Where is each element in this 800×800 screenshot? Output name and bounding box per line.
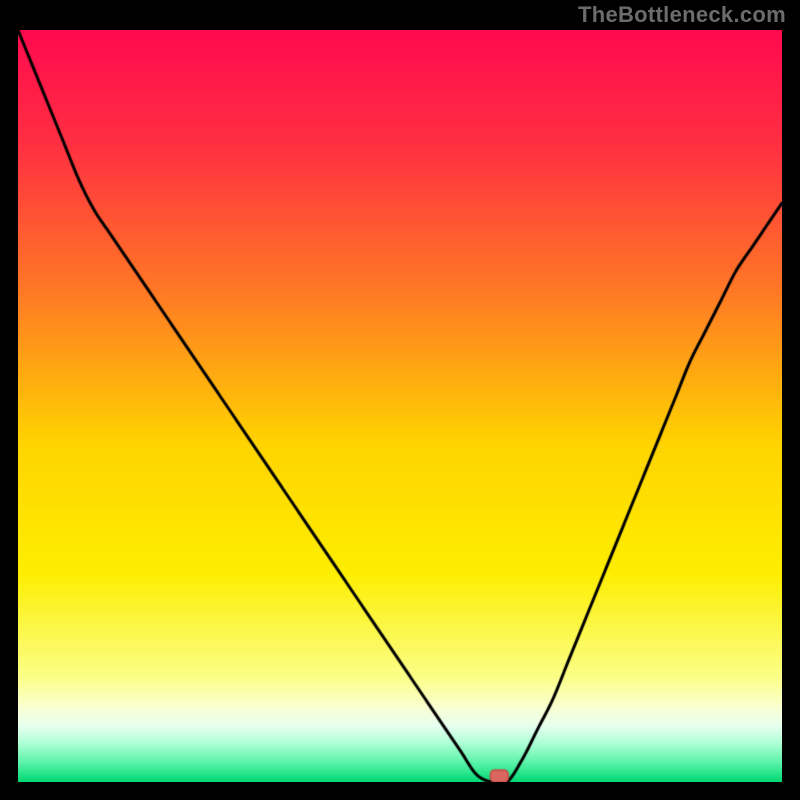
chart-frame: TheBottleneck.com [0, 0, 800, 800]
plot-area [18, 30, 782, 782]
watermark-label: TheBottleneck.com [578, 2, 786, 28]
chart-canvas [18, 30, 782, 782]
